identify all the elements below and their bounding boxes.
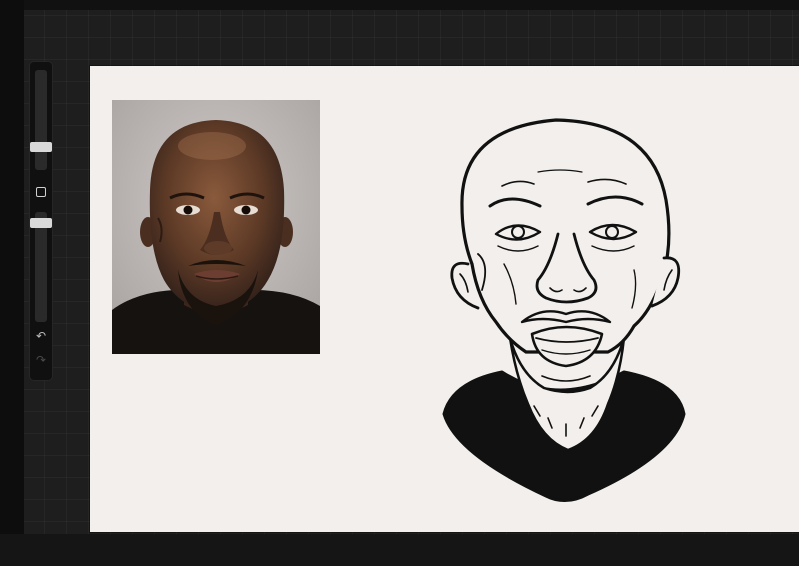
caricature-line-art <box>438 114 690 504</box>
opacity-slider[interactable] <box>35 212 47 322</box>
undo-icon: ↶ <box>35 329 47 343</box>
undo-button[interactable]: ↶ <box>30 328 52 344</box>
brush-size-slider-handle[interactable] <box>30 142 52 152</box>
tablet-screen: ↶ ↷ <box>0 0 799 566</box>
redo-icon: ↷ <box>35 353 47 367</box>
tool-sidebar: ↶ ↷ <box>30 62 52 380</box>
brush-size-slider[interactable] <box>35 70 47 170</box>
portrait-photo-icon <box>112 100 320 354</box>
caricature-line-art-icon <box>442 118 686 502</box>
modify-button[interactable] <box>35 186 47 198</box>
bezel-top <box>0 0 799 10</box>
bezel-bottom <box>0 534 799 566</box>
opacity-slider-handle[interactable] <box>30 218 52 228</box>
square-icon <box>36 187 46 197</box>
bezel-left <box>0 0 24 566</box>
reference-photo <box>112 100 320 354</box>
redo-button[interactable]: ↷ <box>30 352 52 368</box>
